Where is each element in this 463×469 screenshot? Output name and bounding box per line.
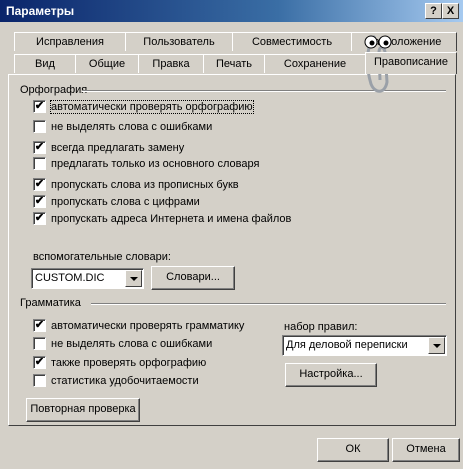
checkbox-box[interactable] [33,120,46,133]
checkbox-box[interactable]: ✔ [33,319,46,332]
tab-save[interactable]: Сохранение [264,54,366,73]
checkbox-box[interactable] [33,337,46,350]
title-bar[interactable]: Параметры ? X [0,0,463,22]
tab-view[interactable]: Вид [14,54,76,73]
checkbox-readability-stats[interactable]: статистика удобочитаемости [33,374,199,388]
checkbox-box[interactable]: ✔ [33,212,46,225]
checkbox-box[interactable]: ✔ [33,356,46,369]
tab-general[interactable]: Общие [75,54,139,73]
checkbox-box[interactable]: ✔ [33,141,46,154]
checkbox-always-suggest[interactable]: ✔ всегда предлагать замену [33,141,184,155]
rules-select[interactable]: Для деловой переписки [282,335,447,356]
checkbox-main-dict-only[interactable]: предлагать только из основного словаря [33,157,259,171]
checkbox-label: статистика удобочитаемости [51,374,199,387]
checkbox-ignore-urls[interactable]: ✔ пропускать адреса Интернета и имена фай… [33,212,291,226]
checkbox-box[interactable]: ✔ [33,195,46,208]
dictionaries-button[interactable]: Словари... [151,266,235,290]
tab-user[interactable]: Пользователь [125,32,233,51]
dict-select-value: CUSTOM.DIC [35,272,105,284]
help-button[interactable]: ? [425,3,442,19]
checkbox-label: не выделять слова с ошибками [51,120,213,133]
spelling-header: Орфография [20,84,88,96]
chevron-down-icon[interactable] [428,337,445,354]
window-title: Параметры [6,4,75,18]
rules-select-value: Для деловой переписки [286,339,408,351]
tab-compatibility[interactable]: Совместимость [232,32,352,51]
checkbox-label: пропускать слова с цифрами [51,195,200,208]
tab-print[interactable]: Печать [203,54,265,73]
checkbox-label: пропускать слова из прописных букв [51,178,239,191]
ok-button[interactable]: ОК [317,438,389,462]
checkbox-box[interactable]: ✔ [33,100,46,113]
checkbox-box[interactable] [33,374,46,387]
checkbox-hide-spelling-errors[interactable]: не выделять слова с ошибками [33,120,212,134]
options-dialog: Параметры ? X Исправления Пользователь С… [0,0,463,469]
grammar-header: Грамматика [20,297,81,309]
dicts-label: вспомогательные словари: [33,251,171,263]
recheck-button[interactable]: Повторная проверка [26,398,140,422]
rules-label: набор правил: [284,321,358,333]
checkbox-box[interactable]: ✔ [33,178,46,191]
grammar-divider [91,303,446,305]
checkbox-label: не выделять слова с ошибками [51,337,213,350]
checkbox-auto-grammar[interactable]: ✔ автоматически проверять грамматику [33,319,244,333]
tab-spelling[interactable]: Правописание [365,52,457,74]
checkbox-ignore-uppercase[interactable]: ✔ пропускать слова из прописных букв [33,178,239,192]
dict-select[interactable]: CUSTOM.DIC [31,268,144,289]
cancel-button[interactable]: Отмена [392,438,460,462]
checkbox-ignore-numbers[interactable]: ✔ пропускать слова с цифрами [33,195,200,209]
checkbox-label: всегда предлагать замену [51,141,185,154]
checkbox-label: также проверять орфографию [51,356,207,369]
checkbox-auto-spelling[interactable]: ✔ автоматически проверять орфографию [33,99,254,114]
chevron-down-icon[interactable] [125,270,142,287]
close-button[interactable]: X [442,3,459,19]
checkbox-check-spelling-too[interactable]: ✔ также проверять орфографию [33,356,206,370]
checkbox-label: пропускать адреса Интернета и имена файл… [51,212,292,225]
checkbox-label: предлагать только из основного словаря [51,157,260,170]
checkbox-label: автоматически проверять грамматику [51,319,245,332]
settings-button[interactable]: Настройка... [285,363,377,387]
checkbox-label: автоматически проверять орфографию [50,99,254,114]
tab-edit[interactable]: Правка [138,54,204,73]
checkbox-box[interactable] [33,157,46,170]
checkbox-hide-grammar-errors[interactable]: не выделять слова с ошибками [33,337,212,351]
tab-corrections[interactable]: Исправления [14,32,126,51]
